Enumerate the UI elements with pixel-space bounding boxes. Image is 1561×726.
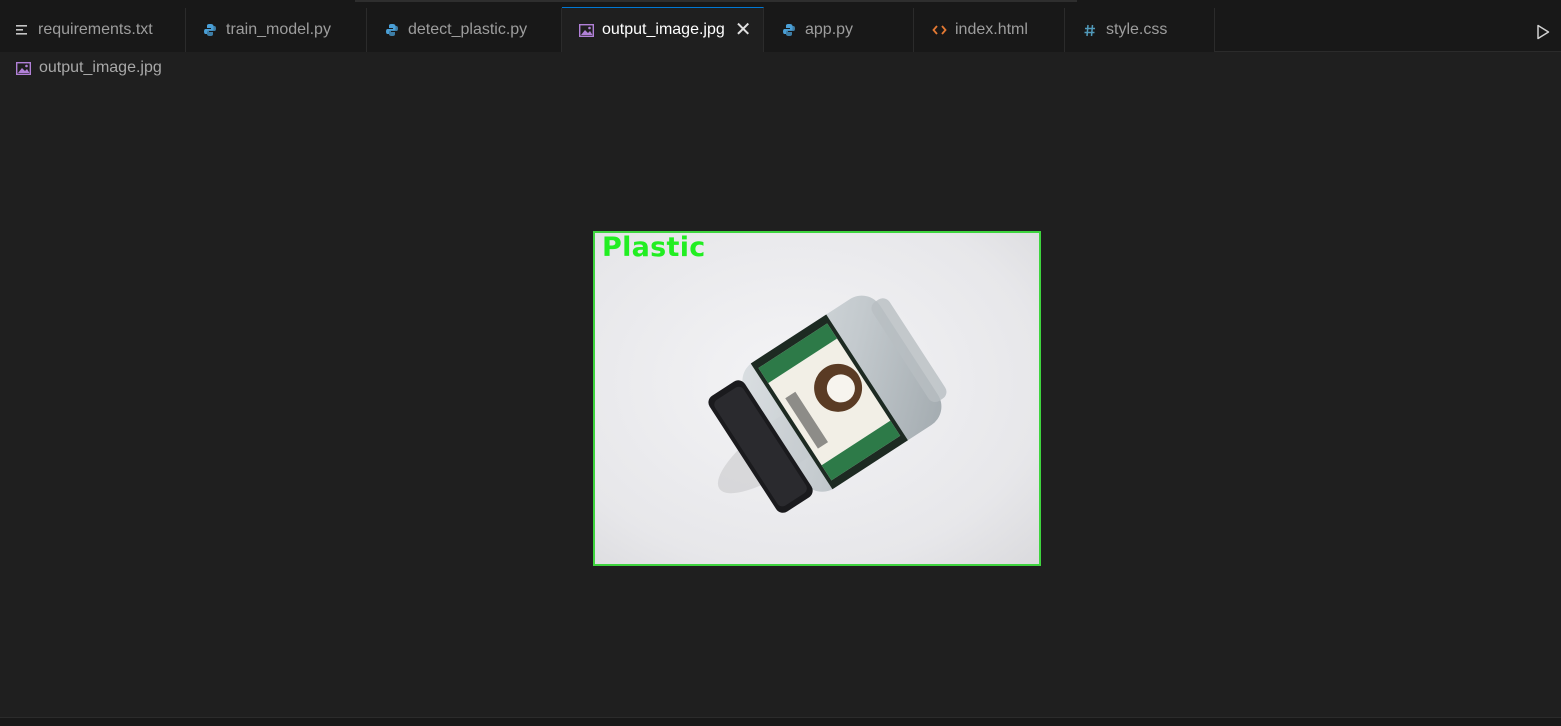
run-button[interactable]: [1531, 22, 1555, 46]
tab-style-css[interactable]: style.css: [1065, 8, 1215, 52]
tab-detect-plastic-py[interactable]: detect_plastic.py: [367, 8, 562, 52]
tab-label: output_image.jpg: [602, 21, 725, 38]
tab-scrollbar-thumb[interactable]: [355, 0, 1077, 2]
text-file-icon: [14, 22, 30, 38]
image-preview: [593, 231, 1041, 566]
css-hash-icon: [1082, 22, 1098, 38]
editor-tab-bar: requirements.txt train_model.py detect_p…: [0, 7, 1561, 52]
tab-label: style.css: [1106, 21, 1168, 38]
tab-app-py[interactable]: app.py: [764, 8, 914, 52]
close-icon[interactable]: ✕: [735, 20, 752, 40]
breadcrumb[interactable]: output_image.jpg: [16, 57, 162, 79]
tab-requirements-txt[interactable]: requirements.txt: [0, 8, 186, 52]
tab-train-model-py[interactable]: train_model.py: [186, 8, 367, 52]
python-icon: [781, 22, 797, 38]
python-icon: [384, 22, 400, 38]
image-file-icon: [16, 61, 31, 75]
tab-label: requirements.txt: [38, 21, 153, 38]
html-code-icon: [931, 22, 947, 38]
tab-label: index.html: [955, 21, 1028, 38]
breadcrumb-file: output_image.jpg: [39, 59, 162, 76]
python-icon: [202, 22, 218, 38]
tab-output-image-jpg[interactable]: output_image.jpg ✕: [562, 7, 764, 52]
bottom-bar: [0, 717, 1561, 726]
tab-label: app.py: [805, 21, 854, 38]
tab-label: train_model.py: [226, 21, 331, 38]
detection-label: Plastic: [602, 232, 706, 263]
tab-index-html[interactable]: index.html: [914, 8, 1065, 52]
jar-photo: [595, 233, 1039, 564]
image-file-icon: [578, 22, 594, 38]
title-strip: [0, 0, 1561, 8]
play-icon: [1536, 24, 1550, 45]
tab-label: detect_plastic.py: [408, 21, 528, 38]
